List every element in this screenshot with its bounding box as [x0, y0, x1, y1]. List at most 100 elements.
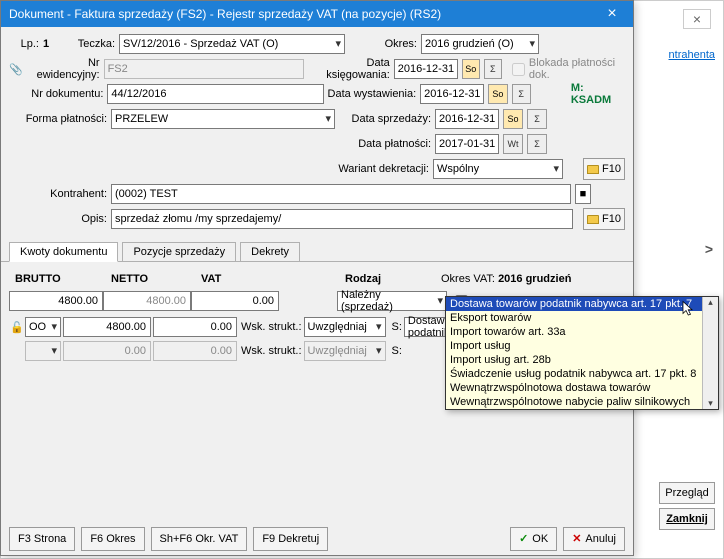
nrew-label: Nr ewidencyjny: [23, 57, 100, 81]
tick-icon: ✓ [519, 528, 528, 550]
vat-type-dropdown[interactable]: Dostawa towarów podatnik nabywca art. 17… [445, 296, 719, 410]
so-button-2[interactable]: So [488, 84, 507, 104]
dataplat-input[interactable] [435, 134, 499, 154]
wt-button[interactable]: Wt [503, 134, 523, 154]
dropdown-item[interactable]: Wewnątrzwspólnotowa dostawa towarów [446, 381, 718, 395]
tab-pozycje[interactable]: Pozycje sprzedaży [122, 242, 236, 262]
forma-combo[interactable]: PRZELEW [111, 109, 335, 129]
row1-wsk-label: Wsk. strukt.: [241, 321, 302, 333]
dropdown-item[interactable]: Import usług [446, 339, 718, 353]
f6-okres-button[interactable]: F6 Okres [81, 527, 144, 551]
datasprz-label: Data sprzedaży: [339, 113, 431, 125]
f10-wariant-button[interactable]: F10 [583, 158, 625, 180]
f3-strona-button[interactable]: F3 Strona [9, 527, 75, 551]
window-close-button[interactable]: × [591, 1, 633, 27]
dropdown-item[interactable]: Eksport towarów [446, 311, 718, 325]
okres-combo[interactable]: 2016 grudzień (O) [421, 34, 539, 54]
netto-header: NETTO [105, 268, 195, 290]
scroll-up-icon[interactable]: ▴ [708, 297, 713, 308]
dropdown-item[interactable]: Świadczenie usług podatnik nabywca art. … [446, 367, 718, 381]
dataksieg-label: Data księgowania: [308, 57, 390, 81]
teczka-combo[interactable]: SV/12/2016 - Sprzedaż VAT (O) [119, 34, 345, 54]
dataplat-label: Data płatności: [339, 138, 431, 150]
okresvat-label: Okres VAT: [441, 273, 495, 285]
attach-icon: 📎 [9, 63, 19, 76]
row1-s-label: S: [392, 321, 402, 333]
dropdown-item[interactable]: Dostawa towarów podatnik nabywca art. 17… [446, 297, 718, 311]
bg-scroll-arrow[interactable]: > [705, 241, 713, 257]
forma-label: Forma płatności: [9, 113, 107, 125]
brutto-total: 4800.00 [9, 291, 103, 311]
mouse-cursor-icon [680, 300, 698, 318]
okresvat-value: 2016 grudzień [498, 273, 571, 285]
so-button-1[interactable]: So [462, 59, 480, 79]
brutto-header: BRUTTO [9, 268, 105, 290]
tab-bar: Kwoty dokumentu Pozycje sprzedaży Dekret… [1, 237, 633, 262]
datawyst-input[interactable] [420, 84, 484, 104]
vat-total: 0.00 [191, 291, 279, 311]
sigma-button-2[interactable]: Σ [512, 84, 531, 104]
so-button-3[interactable]: So [503, 109, 523, 129]
folder-icon [587, 165, 599, 174]
rodzaj-combo[interactable]: Należny (sprzedaż) [337, 291, 447, 311]
bg-close-button[interactable]: × [683, 9, 711, 29]
dropdown-item[interactable]: Import usług art. 28b [446, 353, 718, 367]
bottom-bar: F3 Strona F6 Okres Sh+F6 Okr. VAT F9 Dek… [9, 527, 625, 551]
row1-code[interactable]: OO [25, 317, 61, 337]
nrdok-input[interactable] [107, 84, 323, 104]
tab-dekrety[interactable]: Dekrety [240, 242, 300, 262]
row2-brutto: 0.00 [63, 341, 151, 361]
lp-value: 1 [43, 38, 55, 50]
okres-label: Okres: [367, 38, 417, 50]
vat-header: VAT [195, 268, 281, 290]
bg-preview-button[interactable]: Przegląd [659, 482, 715, 504]
wariant-label: Wariant dekretacji: [329, 163, 429, 175]
ksadm-label: M: KSADM [571, 82, 625, 106]
teczka-label: Teczka: [59, 38, 115, 50]
nrew-input [104, 59, 304, 79]
cross-icon: ✕ [572, 528, 581, 550]
folder-icon [587, 215, 599, 224]
wariant-combo[interactable]: Wspólny [433, 159, 563, 179]
shf6-okrvat-button[interactable]: Sh+F6 Okr. VAT [151, 527, 248, 551]
netto-total: 4800.00 [103, 291, 191, 311]
f10-opis-button[interactable]: F10 [583, 208, 625, 230]
row2-wsk-label: Wsk. strukt.: [241, 345, 302, 357]
datawyst-label: Data wystawienia: [328, 88, 417, 100]
dropdown-item[interactable]: Import towarów art. 33a [446, 325, 718, 339]
blokada-check[interactable]: Blokada płatności dok. [512, 57, 625, 81]
window-title: Dokument - Faktura sprzedaży (FS2) - Rej… [9, 7, 591, 21]
sigma-button-4[interactable]: Σ [527, 134, 547, 154]
opis-input[interactable] [111, 209, 573, 229]
rodzaj-header: Rodzaj VAT [281, 268, 401, 290]
kontrahent-input[interactable] [111, 184, 571, 204]
opis-label: Opis: [9, 213, 107, 225]
row2-s-label: S: [392, 345, 402, 357]
cancel-button[interactable]: ✕Anuluj [563, 527, 625, 551]
dropdown-item[interactable]: Wewnątrzwspólnotowe nabycie paliw silnik… [446, 395, 718, 409]
row2-wsk-combo: Uwzględniaj [304, 341, 386, 361]
row1-brutto[interactable]: 4800.00 [63, 317, 151, 337]
form-area: Lp.: 1 Teczka: SV/12/2016 - Sprzedaż VAT… [1, 27, 633, 237]
titlebar: Dokument - Faktura sprzedaży (FS2) - Rej… [1, 1, 633, 27]
row1-wsk-combo[interactable]: Uwzględniaj [304, 317, 386, 337]
kontrahent-status-icon: ■ [575, 184, 591, 204]
sigma-button-1[interactable]: Σ [484, 59, 502, 79]
row1-vat[interactable]: 0.00 [153, 317, 237, 337]
lock-icon[interactable]: 🔓 [9, 321, 25, 334]
sigma-button-3[interactable]: Σ [527, 109, 547, 129]
scroll-down-icon[interactable]: ▾ [708, 398, 713, 409]
document-dialog: Dokument - Faktura sprzedaży (FS2) - Rej… [0, 0, 634, 556]
row2-code[interactable] [25, 341, 61, 361]
nrdok-label: Nr dokumentu: [9, 88, 103, 100]
row2-vat: 0.00 [153, 341, 237, 361]
datasprz-input[interactable] [435, 109, 499, 129]
bg-contractor-link[interactable]: ntrahenta [669, 49, 715, 61]
kontrahent-label: Kontrahent: [9, 188, 107, 200]
bg-close-button2[interactable]: Zamknij [659, 508, 715, 530]
f9-dekretuj-button[interactable]: F9 Dekretuj [253, 527, 328, 551]
ok-button[interactable]: ✓OK [510, 527, 557, 551]
tab-kwoty[interactable]: Kwoty dokumentu [9, 242, 118, 262]
dropdown-scrollbar[interactable]: ▴ ▾ [702, 297, 718, 409]
dataksieg-input[interactable] [394, 59, 458, 79]
